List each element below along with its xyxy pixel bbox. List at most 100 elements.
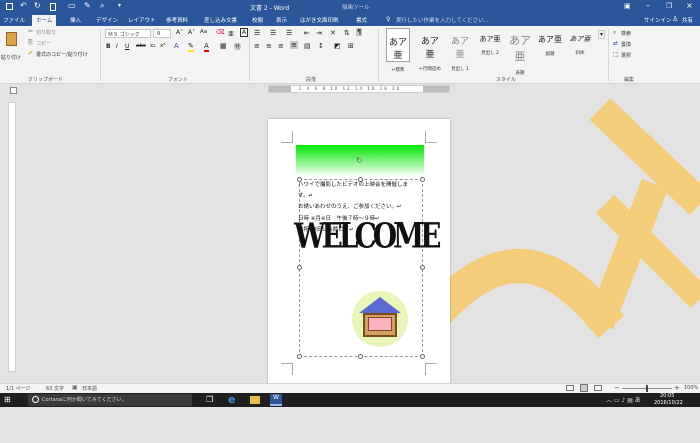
- select-button[interactable]: 選択: [621, 52, 631, 59]
- subscript-icon[interactable]: x₂: [150, 43, 155, 49]
- asian-layout-icon[interactable]: ✕: [330, 29, 336, 37]
- maximize-icon[interactable]: ❐: [666, 2, 672, 10]
- style-heading-2[interactable]: あア亜 見出し 2: [478, 28, 502, 62]
- resize-handle[interactable]: [420, 354, 425, 359]
- minimize-icon[interactable]: –: [646, 1, 650, 10]
- tab-design[interactable]: デザイン: [96, 16, 118, 24]
- style-normal[interactable]: あア亜 ↵標準: [386, 28, 410, 73]
- numbering-icon[interactable]: ☰: [270, 29, 276, 37]
- tell-me-input[interactable]: 実行したい作業を入力してください...: [396, 16, 489, 24]
- draw-icon[interactable]: ✎: [84, 1, 91, 10]
- style-no-spacing[interactable]: あア亜 ↵行間詰め: [418, 28, 442, 72]
- replace-button[interactable]: 置換: [621, 41, 631, 48]
- shrink-font-icon[interactable]: A˅: [188, 29, 195, 36]
- file-explorer-icon[interactable]: [250, 396, 260, 404]
- paste-button[interactable]: 貼り付け: [1, 54, 21, 61]
- zoom-in-icon[interactable]: +: [674, 384, 680, 392]
- copy-icon[interactable]: ⎘: [28, 39, 33, 47]
- ribbon-options-icon[interactable]: ▣: [624, 2, 631, 10]
- proofing-icon[interactable]: ▣: [72, 384, 78, 391]
- select-icon[interactable]: ⬚: [613, 51, 619, 58]
- horizontal-ruler[interactable]: 2 4 6 8 10 12 14 16 18 20: [268, 85, 450, 93]
- clock-date[interactable]: 2016/10/22: [654, 400, 683, 406]
- zoom-slider-thumb[interactable]: [646, 385, 648, 392]
- tab-view[interactable]: 表示: [276, 16, 287, 24]
- edge-icon[interactable]: e: [228, 393, 235, 406]
- cortana-search-box[interactable]: Cortanaに何か聞いてみてください。: [28, 394, 192, 406]
- read-mode-icon[interactable]: [566, 385, 574, 391]
- style-title[interactable]: あア亜 表題: [508, 28, 532, 76]
- resize-handle[interactable]: [358, 354, 363, 359]
- justify-icon[interactable]: ≡: [290, 41, 298, 49]
- format-painter-icon[interactable]: ✐: [28, 50, 33, 57]
- highlight-icon[interactable]: ✎: [188, 42, 194, 52]
- resize-handle[interactable]: [420, 177, 425, 182]
- house-clipart[interactable]: [352, 291, 408, 347]
- find-button[interactable]: 検索: [621, 30, 631, 37]
- align-left-icon[interactable]: ≡: [254, 42, 260, 50]
- tab-file[interactable]: ファイル: [3, 16, 25, 24]
- vertical-ruler[interactable]: [8, 102, 16, 372]
- text-effects-icon[interactable]: A: [174, 42, 179, 50]
- word-app-icon[interactable]: W: [270, 394, 282, 406]
- rotate-handle-icon[interactable]: ↻: [356, 156, 363, 165]
- show-marks-icon[interactable]: ¶: [356, 28, 363, 36]
- superscript-icon[interactable]: x²: [160, 43, 165, 49]
- tab-review[interactable]: 校閲: [252, 16, 263, 24]
- welcome-wordart[interactable]: WELCOME: [294, 215, 441, 256]
- word-count[interactable]: 63 文字: [46, 385, 64, 392]
- new-document-icon[interactable]: [50, 3, 56, 11]
- body-text-line[interactable]: す。↵: [298, 191, 313, 199]
- format-painter-button[interactable]: 書式のコピー/貼り付け: [36, 51, 88, 58]
- underline-icon[interactable]: U: [125, 43, 129, 50]
- line-spacing-icon[interactable]: ↕: [318, 42, 324, 50]
- borders-icon[interactable]: ⊞: [348, 42, 354, 50]
- tab-insert[interactable]: 挿入: [70, 16, 81, 24]
- cut-icon[interactable]: ✂: [28, 28, 33, 35]
- web-layout-icon[interactable]: [594, 385, 602, 391]
- tab-format[interactable]: 書式: [356, 16, 367, 24]
- sort-icon[interactable]: ⇅: [344, 29, 350, 37]
- shading-icon[interactable]: ▦: [220, 42, 227, 50]
- font-name-select[interactable]: ＭＳ ゴシック: [105, 29, 151, 38]
- clock-time[interactable]: 20:05: [660, 393, 674, 399]
- align-center-icon[interactable]: ≡: [266, 42, 272, 50]
- align-right-icon[interactable]: ≡: [278, 42, 284, 50]
- quick-access-more-icon[interactable]: ▾: [118, 2, 121, 9]
- multilevel-icon[interactable]: ☰: [286, 29, 292, 37]
- redo-icon[interactable]: ↻: [34, 1, 41, 10]
- replace-icon[interactable]: ⇄: [613, 40, 618, 47]
- find-icon[interactable]: ⌕: [613, 29, 616, 37]
- body-text-line[interactable]: お誘いあわせのうえ、ご参加ください。↵: [298, 202, 402, 210]
- resize-handle[interactable]: [297, 354, 302, 359]
- body-text-line[interactable]: ハワイで撮影したビデオの上映会を開催しま: [298, 180, 408, 188]
- language[interactable]: 日本語: [82, 385, 97, 392]
- font-color-icon[interactable]: A: [204, 42, 209, 52]
- share-icon[interactable]: ♙: [672, 15, 678, 23]
- char-border-icon[interactable]: A: [240, 28, 249, 37]
- style-subtitle[interactable]: あア亜 副題: [538, 28, 562, 62]
- increase-indent-icon[interactable]: ⇥: [316, 29, 322, 37]
- share-button[interactable]: 共有: [682, 16, 693, 24]
- resize-handle[interactable]: [420, 265, 425, 270]
- phonetic-icon[interactable]: 亜: [228, 29, 234, 38]
- italic-icon[interactable]: I: [116, 43, 118, 50]
- cut-button[interactable]: 切り取り: [36, 29, 56, 36]
- tab-references[interactable]: 参考資料: [166, 16, 188, 24]
- style-emphasis[interactable]: あア亜 斜体: [568, 28, 592, 62]
- page-count[interactable]: 1/1 ページ: [6, 385, 31, 392]
- save-icon[interactable]: [6, 3, 13, 10]
- bullets-icon[interactable]: ☰: [254, 29, 260, 37]
- print-layout-icon[interactable]: [580, 384, 588, 392]
- decrease-indent-icon[interactable]: ⇤: [304, 29, 310, 37]
- ruler-toggle-icon[interactable]: [10, 87, 17, 94]
- windows-start-icon[interactable]: ⊞: [4, 395, 11, 404]
- system-tray-icons[interactable]: ︿ ▭ ♪ ▤ あ: [606, 395, 641, 404]
- task-view-icon[interactable]: ❐: [206, 395, 213, 404]
- zoom-level[interactable]: 100%: [684, 385, 698, 391]
- close-icon[interactable]: ×: [686, 1, 693, 10]
- grow-font-icon[interactable]: A˄: [176, 29, 183, 36]
- tab-postcard[interactable]: はがき文面印刷: [300, 16, 339, 24]
- bold-icon[interactable]: B: [106, 43, 111, 50]
- clear-format-icon[interactable]: ⌫: [216, 29, 224, 36]
